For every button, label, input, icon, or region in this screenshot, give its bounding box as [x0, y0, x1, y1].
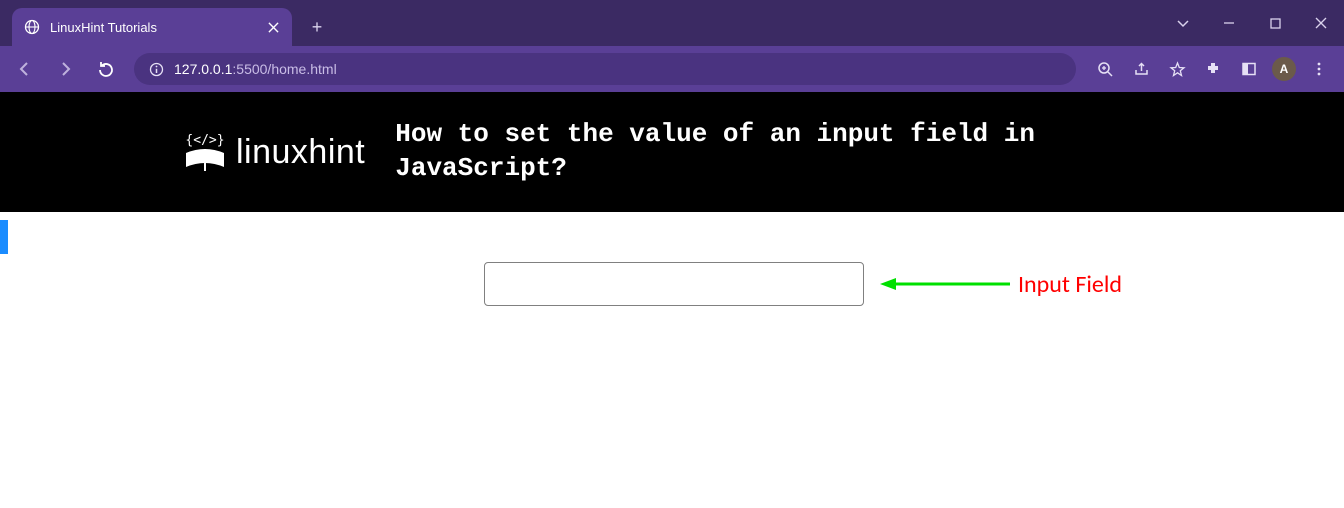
demo-input-field[interactable] — [484, 262, 864, 306]
tab-title: LinuxHint Tutorials — [50, 20, 256, 35]
url-path: :5500/home.html — [232, 61, 336, 77]
new-tab-button[interactable]: + — [302, 12, 332, 42]
zoom-icon[interactable] — [1088, 52, 1122, 86]
site-info-icon[interactable] — [148, 61, 164, 77]
browser-titlebar: LinuxHint Tutorials + — [0, 0, 1344, 46]
forward-button[interactable] — [48, 52, 82, 86]
svg-text:{</>}: {</>} — [185, 133, 224, 148]
kebab-menu-icon[interactable] — [1302, 52, 1336, 86]
window-maximize-button[interactable] — [1252, 0, 1298, 46]
plus-icon: + — [312, 17, 323, 38]
side-panel-icon[interactable] — [1232, 52, 1266, 86]
page-viewport: {</>} linuxhint How to set the value of … — [0, 92, 1344, 508]
annotation-label: Input Field — [1018, 270, 1122, 299]
content-area: Input Field — [0, 212, 1344, 508]
chevron-down-icon[interactable] — [1160, 0, 1206, 46]
toolbar-actions: A — [1088, 52, 1336, 86]
page-header: {</>} linuxhint How to set the value of … — [0, 92, 1344, 212]
address-bar[interactable]: 127.0.0.1:5500/home.html — [134, 53, 1076, 85]
profile-avatar[interactable]: A — [1272, 57, 1296, 81]
bookmark-star-icon[interactable] — [1160, 52, 1194, 86]
annotation-arrow-icon — [880, 276, 1010, 292]
logo-text: linuxhint — [236, 133, 365, 172]
globe-icon — [24, 19, 40, 35]
site-logo: {</>} linuxhint — [180, 127, 365, 177]
back-button[interactable] — [8, 52, 42, 86]
book-code-icon: {</>} — [180, 127, 230, 177]
url-host: 127.0.0.1 — [174, 61, 232, 77]
url-text: 127.0.0.1:5500/home.html — [174, 61, 337, 77]
window-controls — [1160, 0, 1344, 46]
window-close-button[interactable] — [1298, 0, 1344, 46]
share-icon[interactable] — [1124, 52, 1158, 86]
avatar-initial: A — [1280, 62, 1289, 76]
browser-tab[interactable]: LinuxHint Tutorials — [12, 8, 292, 46]
close-tab-icon[interactable] — [266, 20, 280, 34]
window-minimize-button[interactable] — [1206, 0, 1252, 46]
page-heading: How to set the value of an input field i… — [395, 118, 1155, 186]
reload-button[interactable] — [88, 52, 122, 86]
browser-toolbar: 127.0.0.1:5500/home.html A — [0, 46, 1344, 92]
extensions-icon[interactable] — [1196, 52, 1230, 86]
